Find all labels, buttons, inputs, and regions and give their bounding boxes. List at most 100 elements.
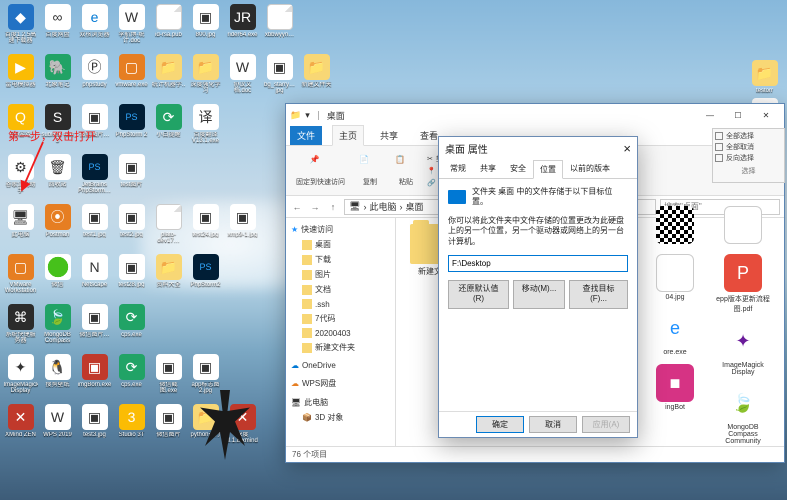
sidebar-item[interactable]: 图片 [288, 267, 393, 282]
desktop-icon[interactable]: ▢VMware Workstation [4, 254, 37, 300]
location-input[interactable] [448, 255, 628, 272]
desktop-icon[interactable]: 🐘北象笔记 [41, 54, 74, 100]
desktop-icon[interactable]: 3Studio 3T [115, 404, 148, 450]
ribbon-copy[interactable]: 📄 复制 [355, 155, 385, 186]
desktop-icon[interactable]: ▣test图片 [115, 154, 148, 200]
desktop-icon[interactable]: ⟳小白提醒 [152, 104, 185, 150]
ribbon-paste[interactable]: 📋 粘贴 [391, 155, 421, 186]
tab-位置[interactable]: 位置 [533, 160, 563, 179]
sidebar-item[interactable]: 新建文件夹 [288, 340, 393, 355]
desktop-icon[interactable]: ▢vmware.exe [115, 54, 148, 100]
ribbon-pin[interactable]: 📌 固定到快速访问 [292, 155, 349, 186]
desktop-icon[interactable]: ▣test24.jpg [189, 204, 222, 250]
desktop-icon[interactable]: W协议文档.doc [226, 54, 259, 100]
sidebar-item[interactable]: 下载 [288, 252, 393, 267]
sidebar-wps[interactable]: ☁ WPS网盘 [288, 376, 393, 391]
file-item[interactable]: 04.jpg [647, 254, 703, 301]
sidebar-item[interactable]: 7代码 [288, 311, 393, 326]
desktop-icon[interactable]: ▣xmp9-1.jpg [226, 204, 259, 250]
desktop-icon[interactable]: plato-dev17… [152, 204, 185, 250]
desktop-icon[interactable]: ▣imgBorn.exe [78, 354, 111, 400]
tab-安全[interactable]: 安全 [503, 159, 533, 178]
invert-selection[interactable]: 反向选择 [715, 153, 782, 163]
file-item[interactable]: Pepp版本更新流程图.pdf [715, 254, 771, 314]
tab-共享[interactable]: 共享 [473, 159, 503, 178]
desktop-icon[interactable]: 📁 testorr [748, 60, 781, 94]
desktop-icon[interactable]: PSPhpStorm 2 [115, 104, 148, 150]
sidebar-item[interactable]: 桌面 [288, 237, 393, 252]
desktop-icon[interactable]: ✕XMind ZEN [4, 404, 37, 450]
desktop-icon[interactable]: ▣test3.jpg [78, 404, 111, 450]
desktop-icon[interactable]: ✦ImageMagick Display [4, 354, 37, 400]
apply-button[interactable]: 应用(A) [582, 416, 630, 433]
explorer-titlebar[interactable]: 📁 ▾ ｜ 桌面 — ☐ ✕ [286, 104, 784, 126]
desktop-icon[interactable]: ∞百度网盘 [41, 4, 74, 50]
desktop-icon[interactable]: WWPS 2019 [41, 404, 74, 450]
desktop-icon[interactable]: PSJetBrains PhpStorm… [78, 154, 111, 200]
desktop-icon[interactable]: Ⓟphpstudy [78, 54, 111, 100]
desktop-icon[interactable]: ▶雷电模拟器 [4, 54, 37, 100]
sidebar-item[interactable]: 文档 [288, 282, 393, 297]
select-all[interactable]: 全部选择 [715, 131, 782, 141]
file-item[interactable]: ■ingBot [647, 364, 703, 411]
desktop-icon[interactable]: 📁新建文件夹 [300, 54, 333, 100]
maximize-button[interactable]: ☐ [724, 106, 752, 124]
tab-以前的版本[interactable]: 以前的版本 [563, 159, 617, 178]
desktop-icon[interactable]: JRrider64.exe [226, 4, 259, 50]
restore-defaults-button[interactable]: 还原默认值(R) [448, 280, 509, 309]
desktop-icon[interactable]: ▣微信图片… [78, 104, 111, 150]
desktop-icon[interactable]: ▣test1.jpg [78, 204, 111, 250]
desktop-icon[interactable]: ▣800.jpg [189, 4, 222, 50]
desktop-icon[interactable]: Ssublime text 3 [41, 104, 74, 150]
desktop-icon[interactable]: id-rsa.pub [152, 4, 185, 50]
desktop-icon[interactable]: ⟳cps.exe [115, 304, 148, 350]
desktop-icon[interactable]: xbbwyyn… [263, 4, 296, 50]
desktop-icon[interactable]: 译百度翻译 V13.1.exe [189, 104, 222, 150]
cancel-button[interactable]: 取消 [529, 416, 577, 433]
desktop-icon[interactable]: ▣bg_starry…jpg [263, 54, 296, 100]
sidebar-quick-access[interactable]: ★ 快速访问 [288, 222, 393, 237]
menu-file[interactable]: 文件 [290, 126, 322, 145]
minimize-button[interactable]: — [696, 106, 724, 124]
file-item[interactable] [647, 206, 703, 246]
file-item[interactable] [715, 206, 771, 246]
desktop-icon[interactable]: 🍃MongoDB Compass [41, 304, 74, 350]
desktop-icon[interactable]: ▣微信图片… [78, 304, 111, 350]
desktop-icon[interactable]: 🖥此电脑 [4, 204, 37, 250]
sidebar-3d-objects[interactable]: 📦 3D 对象 [288, 410, 393, 425]
desktop-icon[interactable]: ⦿Postman [41, 204, 74, 250]
sidebar-item[interactable]: .ssh [288, 297, 393, 311]
dialog-titlebar[interactable]: 桌面 属性 × [439, 137, 637, 159]
desktop-icon[interactable]: W李航博·统计.doc [115, 4, 148, 50]
sidebar-item[interactable]: 20200403 [288, 326, 393, 340]
desktop-icon[interactable]: ▣app标志图2.jpg [189, 354, 222, 400]
desktop-icon[interactable]: 🗑回收站 [41, 154, 74, 200]
ok-button[interactable]: 确定 [476, 416, 524, 433]
desktop-icon[interactable]: 🐧搜狗壁纸 [41, 354, 74, 400]
nav-back[interactable]: ← [290, 200, 304, 214]
file-item[interactable]: 🍃MongoDB Compass Community [715, 384, 771, 445]
desktop-icon[interactable]: 📁python运行 [189, 404, 222, 450]
menu-home[interactable]: 主页 [332, 125, 364, 146]
desktop-icon[interactable]: PSPhpStorm2 [189, 254, 222, 300]
desktop-icon[interactable]: 微信 [41, 254, 74, 300]
desktop-icon[interactable]: QQQ游戏 [4, 104, 37, 150]
tab-常规[interactable]: 常规 [443, 159, 473, 178]
nav-up[interactable]: ↑ [326, 200, 340, 214]
sidebar-onedrive[interactable]: ☁ OneDrive [288, 359, 393, 372]
find-target-button[interactable]: 查找目标(F)... [569, 280, 628, 309]
desktop-icon[interactable]: NNetscape [78, 254, 111, 300]
file-item[interactable]: eore.exe [647, 309, 703, 356]
select-none[interactable]: 全部取消 [715, 142, 782, 152]
desktop-icon[interactable]: 📁深度强化学习 [189, 54, 222, 100]
desktop-icon[interactable]: ⌘系统快捷服务器 [4, 304, 37, 350]
desktop-icon[interactable]: 📁资料大全 [152, 254, 185, 300]
desktop-icon[interactable]: ◆百度1.2.5高速下载器 [4, 4, 37, 50]
desktop-icon[interactable]: ▣test2.jpg [115, 204, 148, 250]
close-button[interactable]: ✕ [752, 106, 780, 124]
desktop-icon[interactable]: ⟳cps.exe [115, 354, 148, 400]
desktop-icon[interactable]: 📁统计机器学.. [152, 54, 185, 100]
file-item[interactable]: ✦ImageMagick Display [715, 322, 771, 376]
move-button[interactable]: 移动(M)... [513, 280, 565, 309]
desktop-icon[interactable]: ⚙谷歌访问助手 [4, 154, 37, 200]
